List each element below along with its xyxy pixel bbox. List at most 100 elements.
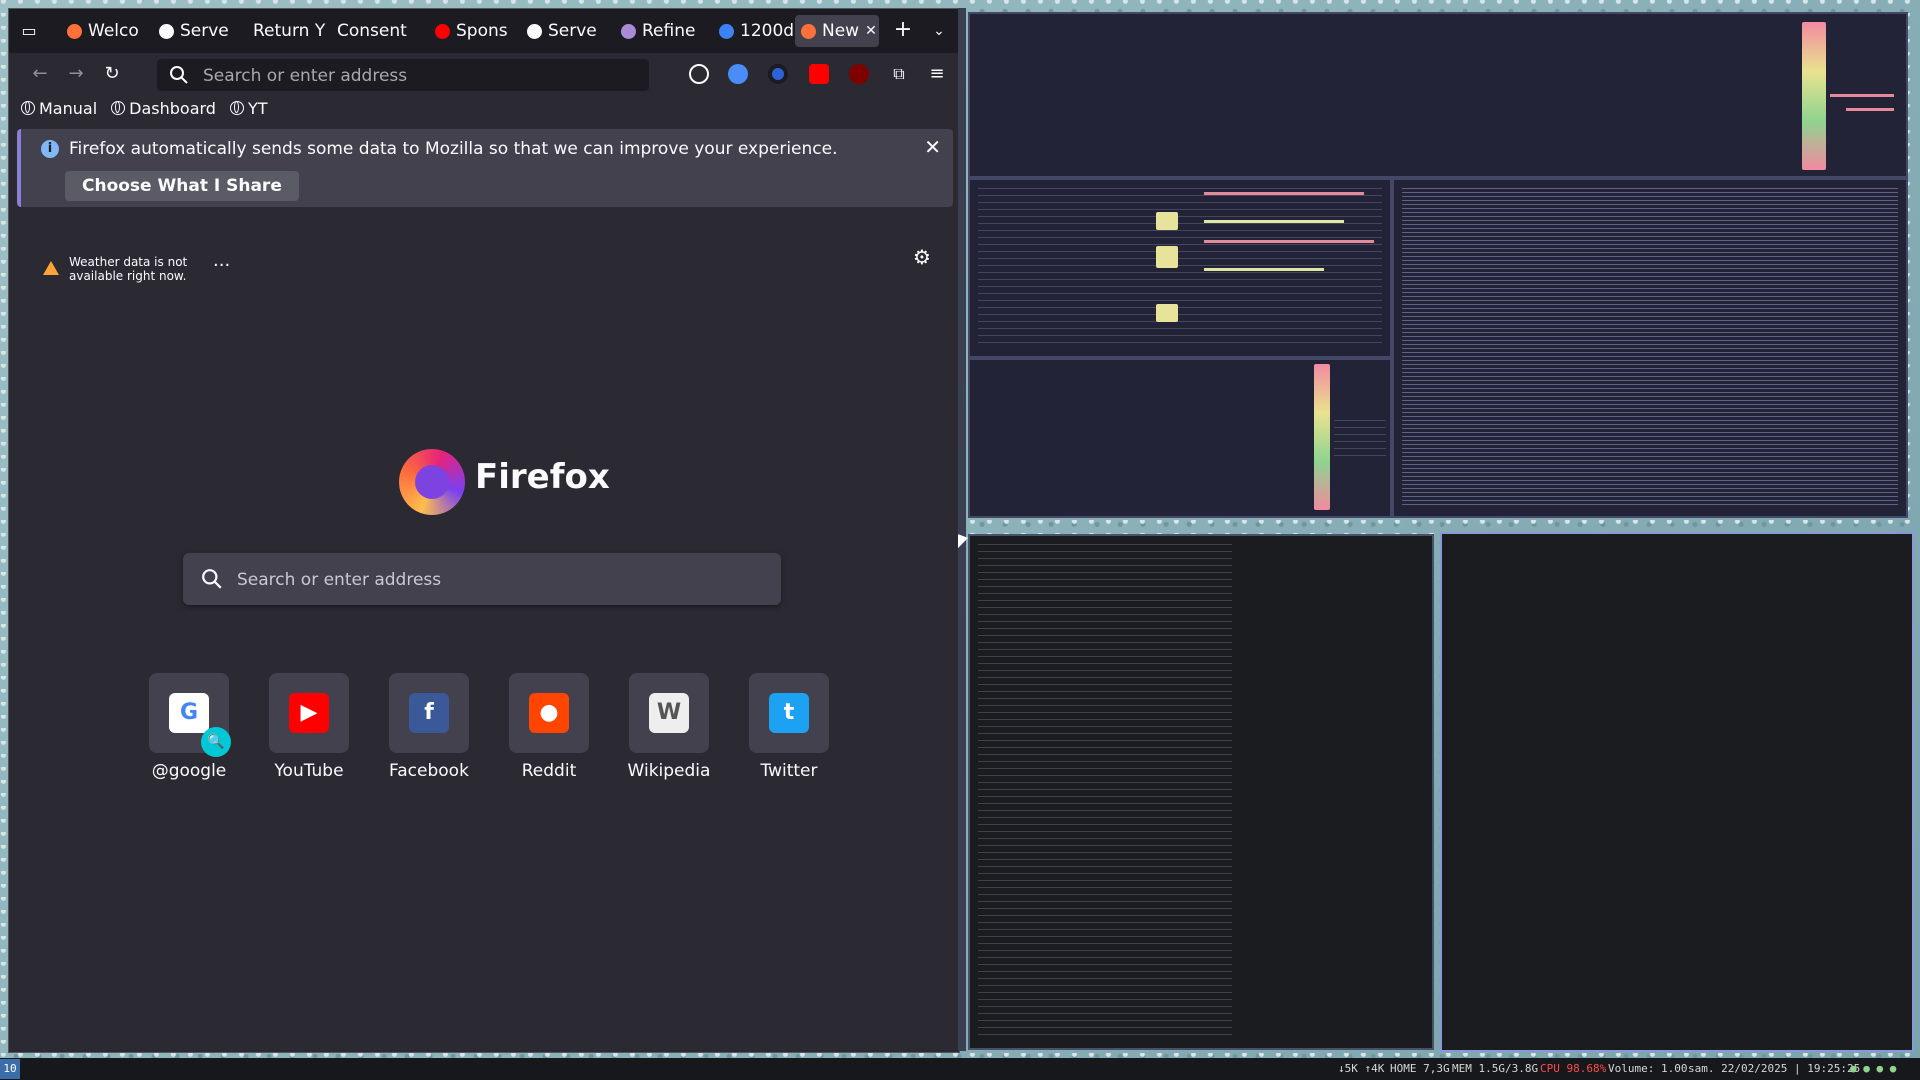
extension-compass-icon[interactable] [728, 64, 748, 84]
top-sites: G 🔍 @google ▶ YouTube f Facebook ● Reddit W Wikipe… [141, 673, 841, 793]
ublock-icon[interactable] [849, 64, 869, 84]
tab-0[interactable]: Welco [61, 15, 149, 47]
process-list-pane[interactable] [1392, 178, 1908, 518]
usage-bar [1156, 246, 1178, 268]
network-speed: ↓5K ↑4K [1338, 1062, 1385, 1075]
choose-what-i-share-button[interactable]: Choose What I Share [65, 171, 299, 201]
memory-usage: MEM 1.5G/3.8G [1452, 1062, 1539, 1075]
usage-bar [1156, 304, 1178, 322]
twitter-icon: t [769, 693, 809, 733]
globe-icon [229, 101, 244, 115]
firefox-window: ▭ Welco Serve Return Y Consent Spons Serve Ref… [8, 8, 960, 1053]
bookmark-manual[interactable]: Manual [21, 99, 97, 118]
shortcut-youtube[interactable]: ▶ YouTube [261, 673, 357, 781]
list-all-tabs-button[interactable]: ⌄ [925, 17, 953, 45]
reload-button[interactable]: ↻ [99, 61, 125, 87]
telemetry-notification: i Firefox automatically sends some data … [17, 129, 953, 207]
tab-3[interactable]: Consent [331, 15, 423, 47]
forward-button[interactable]: → [63, 61, 89, 87]
menu-hamburger-icon[interactable]: ≡ [927, 64, 947, 84]
tab-label: Serve [180, 21, 229, 41]
shortcut-tile[interactable]: ▶ [269, 673, 349, 753]
newtab-search-box[interactable] [183, 553, 781, 607]
terminal-pane-right[interactable] [1440, 532, 1914, 1052]
tab-5[interactable]: Serve [521, 15, 609, 47]
process-list-text [1402, 188, 1898, 508]
google-icon: G [169, 693, 209, 733]
search-icon [202, 569, 222, 589]
weather-message: Weather data is not available right now. [69, 255, 188, 283]
globe-icon [21, 101, 35, 115]
cpu-graph-pane[interactable] [968, 358, 1392, 518]
navigation-toolbar: ← → ↻ ⧉ ≡ [9, 53, 959, 93]
gear-icon[interactable]: ⚙ [913, 245, 931, 269]
graph-bar [1846, 108, 1894, 111]
weather-menu-button[interactable]: ··· [213, 255, 230, 276]
close-tab-icon[interactable]: ✕ [865, 23, 877, 39]
resource-monitor-pane[interactable] [968, 178, 1392, 358]
extension-circle-icon[interactable] [768, 64, 788, 84]
info-icon: i [41, 140, 59, 158]
shortcut-label: @google [151, 761, 227, 781]
tab-label: 1200d [740, 21, 795, 41]
circle-icon [719, 23, 734, 39]
workspace-indicator[interactable]: 10 [0, 1059, 20, 1079]
terminal-pane-left[interactable] [968, 534, 1434, 1050]
account-icon[interactable] [689, 64, 709, 84]
url-bar[interactable] [157, 59, 649, 93]
url-input[interactable] [201, 59, 635, 93]
bookmark-dashboard[interactable]: Dashboard [111, 99, 216, 118]
shortcut-label: YouTube [274, 761, 344, 781]
back-button[interactable]: ← [27, 61, 53, 87]
shortcut-facebook[interactable]: f Facebook [381, 673, 477, 781]
search-shortcut-badge-icon: 🔍 [201, 727, 231, 757]
tab-label: Return Y [253, 21, 326, 41]
extension-youtube-icon[interactable] [809, 64, 829, 84]
usage-bar [1204, 220, 1344, 223]
shortcut-tile[interactable]: ● [509, 673, 589, 753]
network-monitor-pane[interactable] [968, 12, 1908, 178]
shortcut-wikipedia[interactable]: W Wikipedia [621, 673, 717, 781]
youtube-icon [435, 23, 450, 39]
new-tab-button[interactable]: + [889, 17, 917, 45]
tab-7[interactable]: 1200d [713, 15, 797, 47]
tab-8[interactable]: New ✕ [795, 15, 879, 47]
tab-label: Welco [88, 21, 139, 41]
shortcut-twitter[interactable]: t Twitter [741, 673, 837, 781]
graph-bar [1830, 94, 1894, 97]
shortcut-tile[interactable]: t [749, 673, 829, 753]
extensions-puzzle-icon[interactable]: ⧉ [889, 64, 909, 84]
tab-1[interactable]: Serve [153, 15, 243, 47]
close-icon[interactable]: ✕ [924, 135, 941, 159]
usage-bar [1204, 240, 1374, 243]
tab-label: Consent [337, 21, 407, 41]
bookmark-yt[interactable]: YT [229, 98, 268, 118]
weather-widget: Weather data is not available right now. [43, 255, 203, 285]
window-divider[interactable] [958, 8, 966, 1051]
shortcut-tile[interactable]: f [389, 673, 469, 753]
status-bar: 10 ↓5K ↑4K HOME 7,3G MEM 1.5G/3.8G CPU 9… [0, 1058, 1920, 1080]
tab-4[interactable]: Spons [429, 15, 513, 47]
tab-label: Refine [642, 21, 696, 41]
shortcut-reddit[interactable]: ● Reddit [501, 673, 597, 781]
youtube-icon: ▶ [289, 693, 329, 733]
tab-bar: ▭ Welco Serve Return Y Consent Spons Serve Ref… [9, 9, 959, 53]
tab-label: Spons [456, 21, 508, 41]
shortcut-google[interactable]: G 🔍 @google [141, 673, 237, 781]
shortcut-tile[interactable]: G 🔍 [149, 673, 231, 757]
firefox-view-button[interactable]: ▭ [15, 17, 43, 45]
search-icon [170, 66, 188, 84]
tab-6[interactable]: Refine [615, 15, 707, 47]
firefox-logo [399, 449, 465, 515]
tab-2[interactable]: Return Y [247, 15, 329, 47]
shortcut-tile[interactable]: W [629, 673, 709, 753]
cpu-legend [1334, 420, 1386, 456]
shortcut-label: Wikipedia [627, 761, 711, 781]
bookmark-label: Manual [39, 98, 98, 118]
bookmark-label: YT [247, 98, 268, 118]
info-icon [527, 23, 542, 39]
notification-message: Firefox automatically sends some data to… [69, 139, 838, 159]
newtab-search-input[interactable] [235, 553, 759, 607]
usage-bar [1204, 268, 1324, 271]
tray-icons[interactable]: ● ● ● ● [1850, 1062, 1896, 1075]
